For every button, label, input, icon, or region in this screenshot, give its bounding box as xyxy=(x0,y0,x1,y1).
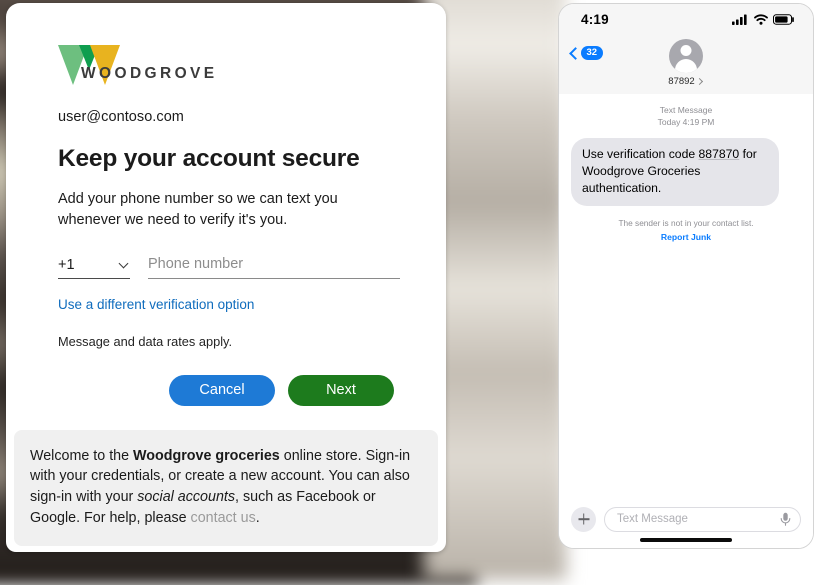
message-text-pre: Use verification code xyxy=(582,147,699,162)
page-description: Add your phone number so we can text you… xyxy=(58,191,338,229)
status-icon-group xyxy=(732,13,795,25)
phone-entry-row: +1 xyxy=(58,255,400,279)
page-title: Keep your account secure xyxy=(58,145,360,172)
report-junk-link[interactable]: Report Junk xyxy=(571,232,801,242)
user-email: user@contoso.com xyxy=(58,109,184,125)
text-message-input[interactable]: Text Message xyxy=(604,506,801,532)
cancel-button[interactable]: Cancel xyxy=(169,374,275,406)
thread-meta-time: Today 4:19 PM xyxy=(657,117,715,128)
action-buttons: Cancel Next xyxy=(52,374,394,406)
logo-wordmark: WOODGROVE xyxy=(81,65,218,82)
message-rates-note: Message and data rates apply. xyxy=(58,333,233,349)
contact-avatar-icon xyxy=(669,39,703,73)
phone-mockup: 4:19 32 87892 Text Message Today 4:19 PM… xyxy=(558,3,814,549)
next-button[interactable]: Next xyxy=(288,374,394,406)
country-code-value: +1 xyxy=(58,256,75,273)
use-different-verification-option-link[interactable]: Use a different verification option xyxy=(58,297,254,312)
message-thread: Text Message Today 4:19 PM Use verificat… xyxy=(559,104,813,500)
contact-name-row: 87892 xyxy=(668,76,703,87)
contact-name: 87892 xyxy=(668,76,695,87)
signin-card: WOODGROVE user@contoso.com Keep your acc… xyxy=(6,3,446,552)
sender-not-in-contacts-note: The sender is not in your contact list. xyxy=(618,217,754,228)
verification-code-link[interactable]: 887870 xyxy=(699,147,740,161)
footer-text-part1: Welcome to the xyxy=(30,447,134,464)
microphone-icon[interactable] xyxy=(780,512,791,527)
country-code-select[interactable]: +1 xyxy=(58,257,130,279)
thread-timestamp: Text Message Today 4:19 PM xyxy=(571,104,801,128)
wifi-icon xyxy=(754,13,768,25)
thread-meta-type: Text Message xyxy=(659,105,713,115)
cellular-signal-icon xyxy=(732,14,747,25)
welcome-footer-note: Welcome to the Woodgrove groceries onlin… xyxy=(14,429,438,546)
chevron-right-icon xyxy=(697,77,704,86)
message-thread-header: 32 87892 xyxy=(559,34,813,94)
chevron-down-icon xyxy=(119,259,130,270)
home-indicator xyxy=(640,538,732,542)
footer-text-part4: . xyxy=(255,510,260,527)
status-time: 4:19 xyxy=(581,11,609,27)
phone-number-input[interactable] xyxy=(148,255,400,272)
battery-icon xyxy=(773,13,794,25)
plus-icon[interactable] xyxy=(571,506,596,532)
message-bubble: Use verification code 887870 for Woodgro… xyxy=(567,138,779,207)
phone-status-bar: 4:19 xyxy=(559,4,813,34)
woodgrove-logo: WOODGROVE xyxy=(58,45,400,97)
footer-bold-brand: Woodgrove groceries xyxy=(133,447,280,464)
phone-number-field-wrap[interactable] xyxy=(148,255,400,279)
contact-header[interactable]: 87892 xyxy=(559,39,813,87)
contact-us-link[interactable]: contact us xyxy=(191,510,256,526)
footer-italic-social: social accounts xyxy=(137,489,236,506)
text-message-placeholder: Text Message xyxy=(617,513,688,525)
